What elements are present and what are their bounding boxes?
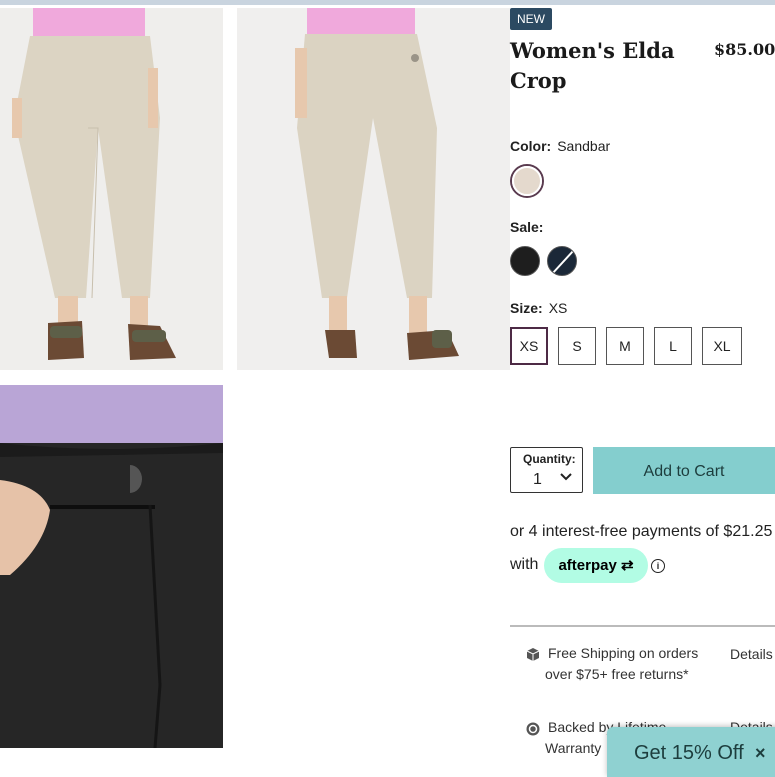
perk-shipping-line2: over $75+ free returns* — [545, 666, 689, 682]
quantity-select[interactable]: Quantity: 1 — [510, 447, 583, 493]
zipper-pocket-illustration — [0, 385, 223, 748]
product-image-detail[interactable] — [0, 385, 223, 748]
afterpay-arrows-icon: ⇄ — [616, 557, 634, 574]
chevron-down-icon — [560, 473, 572, 481]
product-price: $85.00 — [714, 40, 775, 59]
afterpay-logo[interactable]: afterpay ⇄ — [544, 548, 648, 583]
size-label: Size: — [510, 300, 543, 316]
pants-front-illustration — [0, 8, 223, 370]
size-option-m[interactable]: M — [606, 327, 644, 365]
sale-swatch-navy[interactable] — [547, 246, 577, 276]
new-badge: NEW — [510, 8, 552, 30]
top-bar — [0, 0, 775, 5]
sale-row: Sale: — [510, 219, 549, 235]
promo-popup[interactable]: Get 15% Off × — [607, 727, 775, 777]
badge-icon — [526, 722, 540, 736]
product-image-back[interactable] — [237, 8, 510, 370]
box-icon — [526, 648, 540, 661]
size-option-xs[interactable]: XS — [510, 327, 548, 365]
perk-shipping-details-link[interactable]: Details — [730, 646, 773, 662]
add-to-cart-button[interactable]: Add to Cart — [593, 447, 775, 494]
perk-shipping: Free Shipping on orders over $75+ free r… — [545, 643, 698, 685]
sale-label: Sale: — [510, 219, 544, 235]
color-label: Color: — [510, 138, 552, 154]
size-option-xl[interactable]: XL — [702, 327, 742, 365]
sale-swatch-black[interactable] — [510, 246, 540, 276]
product-title: Women's Elda Crop — [510, 38, 675, 93]
size-row: Size: XS — [510, 300, 567, 316]
size-option-l[interactable]: L — [654, 327, 692, 365]
quantity-value: 1 — [533, 471, 542, 488]
color-swatch-sandbar[interactable] — [512, 166, 542, 196]
close-icon[interactable]: × — [755, 743, 766, 764]
color-row: Color: Sandbar — [510, 138, 610, 154]
color-value: Sandbar — [557, 138, 611, 154]
size-value: XS — [548, 300, 568, 316]
unavailable-slash-icon — [551, 249, 575, 275]
size-option-s[interactable]: S — [558, 327, 596, 365]
quantity-label: Quantity: — [523, 452, 576, 466]
perk-shipping-line1: Free Shipping on orders — [548, 645, 699, 661]
afterpay-brand: afterpay — [558, 557, 617, 574]
afterpay-with-text: with — [510, 556, 539, 573]
pants-back-illustration — [237, 8, 510, 370]
afterpay-installments-text: or 4 interest-free payments of $21.25 — [510, 523, 773, 540]
promo-label: Get 15% Off — [634, 742, 744, 764]
divider — [510, 625, 775, 627]
info-icon[interactable]: i — [651, 559, 665, 573]
product-image-front[interactable] — [0, 8, 223, 370]
